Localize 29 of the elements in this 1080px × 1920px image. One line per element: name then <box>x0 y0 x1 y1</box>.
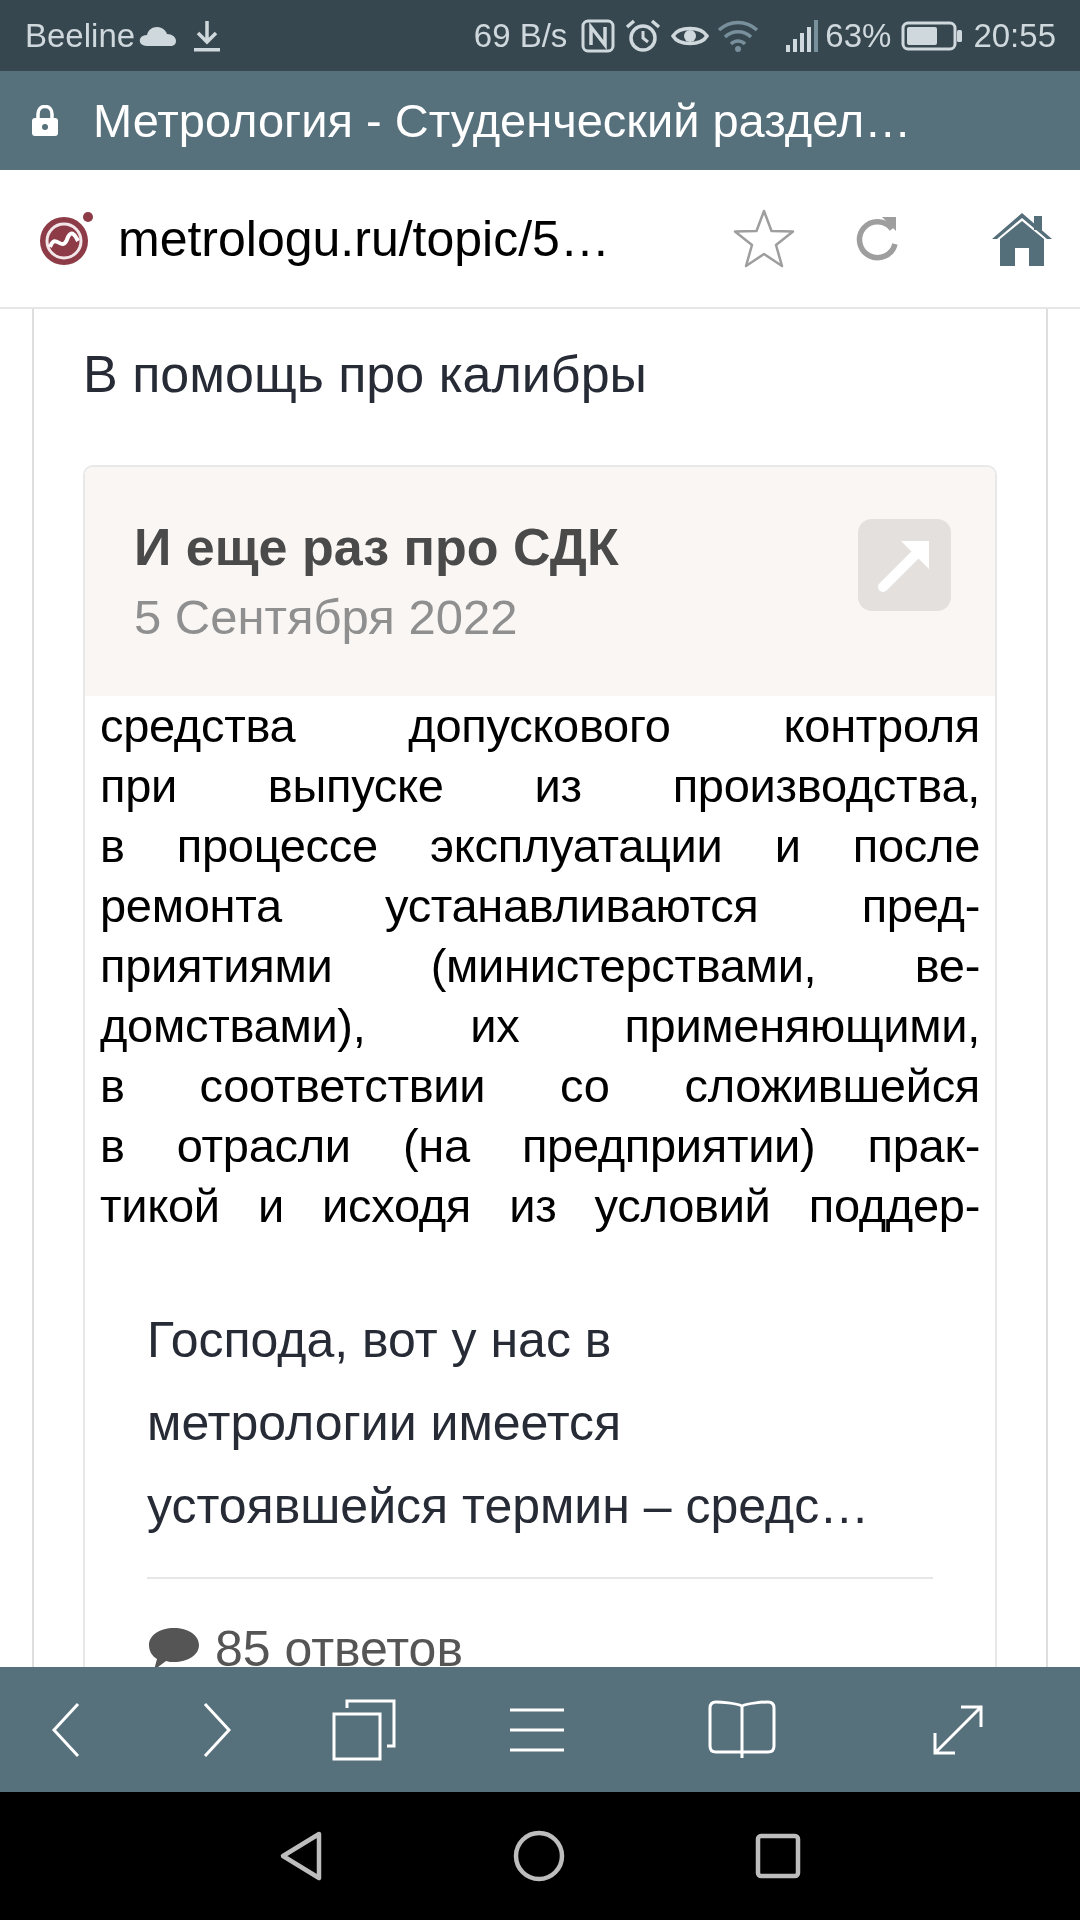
address-field[interactable]: metrologu.ru/topic/5… <box>118 213 610 264</box>
star-icon[interactable] <box>732 207 796 270</box>
network-speed: 69 B/s <box>473 19 568 52</box>
battery-icon <box>901 20 964 51</box>
speech-bubble-icon <box>147 1626 201 1667</box>
scanned-page-text: средства допускового контроля при выпуске из производства, в процессе эксплуатации и после ремонта устанавливаются пред- приятиями (министерствами, ве- домствами), их применяющими, в соответствии со сложившейся в отрасли (на предприятии) прак- тикой и исходя из условий поддер- <box>99 698 981 1234</box>
site-logo-icon <box>38 210 94 267</box>
nfc-icon <box>581 18 616 53</box>
alarm-clock-icon <box>625 17 662 54</box>
cloud-icon <box>138 24 179 47</box>
wifi-icon <box>717 19 760 52</box>
reply-count[interactable]: 85 ответов <box>215 1624 463 1667</box>
clock-time: 20:55 <box>973 19 1056 52</box>
home-circle-icon[interactable] <box>513 1830 565 1882</box>
battery-percent: 63% <box>825 19 892 52</box>
lock-icon <box>31 104 59 137</box>
open-book-icon[interactable] <box>708 1699 777 1760</box>
recents-square-icon[interactable] <box>755 1833 801 1879</box>
forward-icon[interactable] <box>201 1701 233 1758</box>
section-title: В помощь про калибры <box>83 344 648 405</box>
carrier-name: Beeline <box>25 19 136 52</box>
topic-excerpt: Господа, вот у нас в метрологии имеется устоявшейся термин – средс… <box>146 1311 871 1536</box>
back-triangle-icon[interactable] <box>279 1830 323 1882</box>
menu-icon[interactable] <box>508 1706 566 1753</box>
topic-title[interactable]: И еще раз про СДК <box>134 515 619 579</box>
topic-card[interactable] <box>83 465 997 1667</box>
download-icon <box>192 18 223 53</box>
topic-date: 5 Сентября 2022 <box>134 589 519 646</box>
tabs-icon[interactable] <box>331 1698 396 1761</box>
